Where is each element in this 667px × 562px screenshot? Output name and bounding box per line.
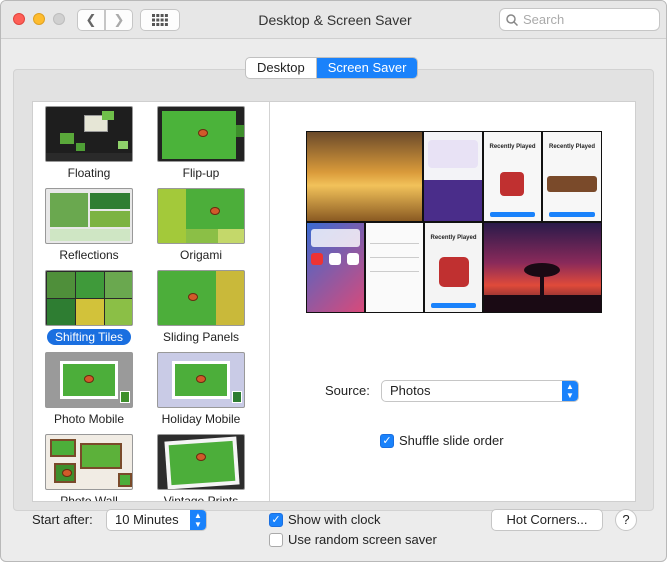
start-after-select[interactable]: 10 Minutes ▲ ▼ xyxy=(106,509,207,531)
select-arrows-icon: ▲ ▼ xyxy=(562,381,578,401)
preview-tile-sunset-photo xyxy=(307,132,422,221)
screen-saver-preview: Recently Played Recently Played Recently… xyxy=(306,131,602,313)
chevron-right-icon: ❯ xyxy=(113,12,125,27)
title-bar: ❮ ❯ Desktop & Screen Saver Search xyxy=(1,1,666,39)
chevron-left-icon: ❮ xyxy=(85,12,97,27)
saver-sliding-panels[interactable]: Sliding Panels xyxy=(145,270,257,345)
card-title: Recently Played xyxy=(548,144,596,150)
saver-vintage-prints[interactable]: Vintage Prints xyxy=(145,434,257,501)
empty-checkbox-icon xyxy=(269,532,283,547)
random-saver-checkbox[interactable]: Use random screen saver xyxy=(269,532,437,547)
saver-thumbnail xyxy=(157,434,245,490)
checkmark-icon: ✓ xyxy=(269,512,283,527)
saver-label: Photo Wall xyxy=(60,494,118,501)
screen-saver-panel: Floating Flip-up Reflections Origami Shi… xyxy=(32,101,636,502)
shuffle-checkbox[interactable]: ✓ Shuffle slide order xyxy=(380,433,504,448)
forward-button[interactable]: ❯ xyxy=(105,9,133,31)
preview-tile-recently-played-2: Recently Played xyxy=(543,132,601,221)
saver-reflections[interactable]: Reflections xyxy=(33,188,145,263)
preview-tile-settings xyxy=(366,223,423,312)
show-clock-checkbox[interactable]: ✓ Show with clock xyxy=(269,512,380,527)
saver-holiday-mobile[interactable]: Holiday Mobile xyxy=(145,352,257,427)
search-field[interactable]: Search xyxy=(499,8,660,31)
saver-label: Holiday Mobile xyxy=(161,412,241,426)
tab-screen-saver[interactable]: Screen Saver xyxy=(316,58,418,78)
saver-thumbnail xyxy=(157,270,245,326)
hot-corners-button[interactable]: Hot Corners... xyxy=(491,509,603,531)
saver-photo-wall[interactable]: Photo Wall xyxy=(33,434,145,501)
card-title: Recently Played xyxy=(430,235,477,241)
zoom-window-button[interactable] xyxy=(53,13,65,25)
search-placeholder: Search xyxy=(523,12,565,27)
preview-tile-recently-played-3: Recently Played xyxy=(425,223,482,312)
show-clock-label: Show with clock xyxy=(288,512,381,527)
saver-label: Floating xyxy=(67,166,111,180)
saver-label: Vintage Prints xyxy=(163,494,239,501)
saver-label: Photo Mobile xyxy=(53,412,125,426)
saver-label: Shifting Tiles xyxy=(46,329,132,345)
saver-thumbnail xyxy=(45,352,133,408)
show-all-button[interactable] xyxy=(140,9,180,31)
window-title: Desktop & Screen Saver xyxy=(258,12,412,28)
saver-thumbnail xyxy=(45,106,133,162)
saver-thumbnail xyxy=(45,434,133,490)
help-button[interactable]: ? xyxy=(615,509,637,531)
minimize-window-button[interactable] xyxy=(33,13,45,25)
shuffle-label: Shuffle slide order xyxy=(399,433,504,448)
select-arrows-icon: ▲ ▼ xyxy=(190,510,206,530)
saver-flip-up[interactable]: Flip-up xyxy=(145,106,257,181)
saver-origami[interactable]: Origami xyxy=(145,188,257,263)
random-saver-label: Use random screen saver xyxy=(288,532,437,547)
tab-bar: Desktop Screen Saver xyxy=(245,57,419,79)
saver-photo-mobile[interactable]: Photo Mobile xyxy=(33,352,145,427)
saver-label: Sliding Panels xyxy=(162,330,240,344)
screen-saver-list: Floating Flip-up Reflections Origami Shi… xyxy=(33,102,270,501)
preview-tile-tree-photo xyxy=(484,223,601,312)
search-icon xyxy=(506,13,518,26)
source-select[interactable]: Photos ▲ ▼ xyxy=(381,380,579,402)
checkmark-icon: ✓ xyxy=(380,433,394,448)
preview-tile-app-screen xyxy=(424,132,482,221)
source-value: Photos xyxy=(390,383,431,398)
back-button[interactable]: ❮ xyxy=(77,9,105,31)
card-title: Recently Played xyxy=(489,144,536,150)
saver-shifting-tiles[interactable]: Shifting Tiles xyxy=(33,270,145,345)
preview-tile-recently-played: Recently Played xyxy=(484,132,541,221)
source-label: Source: xyxy=(325,383,370,398)
saver-thumbnail xyxy=(45,270,133,326)
preferences-window: ❮ ❯ Desktop & Screen Saver Search Deskto… xyxy=(0,0,667,562)
grid-icon xyxy=(152,14,168,26)
start-after-label: Start after: xyxy=(32,512,93,527)
saver-thumbnail xyxy=(157,188,245,244)
saver-label: Reflections xyxy=(59,248,119,262)
preview-tile-home-screen xyxy=(307,223,364,312)
tab-desktop[interactable]: Desktop xyxy=(246,58,317,78)
saver-thumbnail xyxy=(45,188,133,244)
saver-label: Flip-up xyxy=(182,166,220,180)
saver-label: Origami xyxy=(179,248,222,262)
saver-thumbnail xyxy=(157,352,245,408)
saver-thumbnail xyxy=(157,106,245,162)
close-window-button[interactable] xyxy=(13,13,25,25)
start-after-value: 10 Minutes xyxy=(115,512,179,527)
saver-floating[interactable]: Floating xyxy=(33,106,145,181)
